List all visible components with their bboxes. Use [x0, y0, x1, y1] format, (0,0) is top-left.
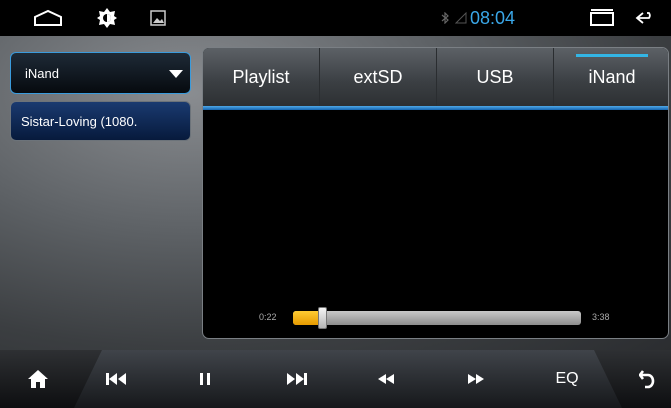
video-panel[interactable]: Playlist extSD USB iNand 0:22 3:38	[202, 47, 669, 339]
home-button[interactable]	[8, 350, 68, 408]
recent-apps-icon[interactable]	[587, 0, 617, 36]
previous-icon	[106, 373, 126, 385]
tab-extsd[interactable]: extSD	[320, 48, 436, 106]
tab-playlist[interactable]: Playlist	[203, 48, 319, 106]
tab-inand[interactable]: iNand	[554, 48, 668, 106]
tab-label: extSD	[353, 66, 403, 87]
previous-button[interactable]	[86, 350, 146, 408]
file-list-item-label: Sistar-Loving (1080.	[21, 113, 138, 129]
next-icon	[287, 373, 307, 385]
tab-label: Playlist	[232, 66, 290, 87]
current-time: 0:22	[259, 312, 277, 322]
rewind-icon	[378, 374, 394, 384]
source-dropdown-value: iNand	[25, 65, 59, 81]
pause-icon	[200, 373, 210, 385]
eq-label: EQ	[555, 370, 579, 387]
bluetooth-icon	[438, 0, 452, 36]
image-icon[interactable]	[146, 0, 170, 36]
file-list-item[interactable]: Sistar-Loving (1080.	[10, 101, 191, 141]
seek-bar-thumb[interactable]	[317, 307, 327, 329]
tab-usb[interactable]: USB	[437, 48, 553, 106]
eq-button[interactable]: EQ	[537, 350, 597, 408]
home-icon	[28, 370, 48, 388]
pause-button[interactable]	[175, 350, 235, 408]
active-tab-indicator	[576, 54, 648, 57]
tab-label: iNand	[588, 66, 636, 87]
home-icon[interactable]	[28, 0, 68, 36]
next-button[interactable]	[267, 350, 327, 408]
fast-forward-icon	[468, 374, 484, 384]
source-tabs: Playlist extSD USB iNand	[203, 48, 668, 110]
clock: 08:04	[470, 8, 516, 28]
rewind-button[interactable]	[356, 350, 416, 408]
source-dropdown[interactable]: iNand	[10, 52, 191, 94]
seek-bar[interactable]	[293, 307, 581, 329]
total-time: 3:38	[592, 312, 610, 322]
fast-forward-button[interactable]	[446, 350, 506, 408]
tabs-underline	[203, 106, 668, 110]
chevron-down-icon	[169, 70, 183, 78]
status-bar: 08:04	[0, 0, 671, 36]
back-icon[interactable]	[631, 0, 661, 36]
brightness-icon[interactable]	[92, 0, 122, 36]
signal-icon	[454, 0, 468, 36]
return-button[interactable]	[617, 350, 671, 408]
tab-label: USB	[476, 66, 514, 87]
return-icon	[639, 370, 655, 389]
